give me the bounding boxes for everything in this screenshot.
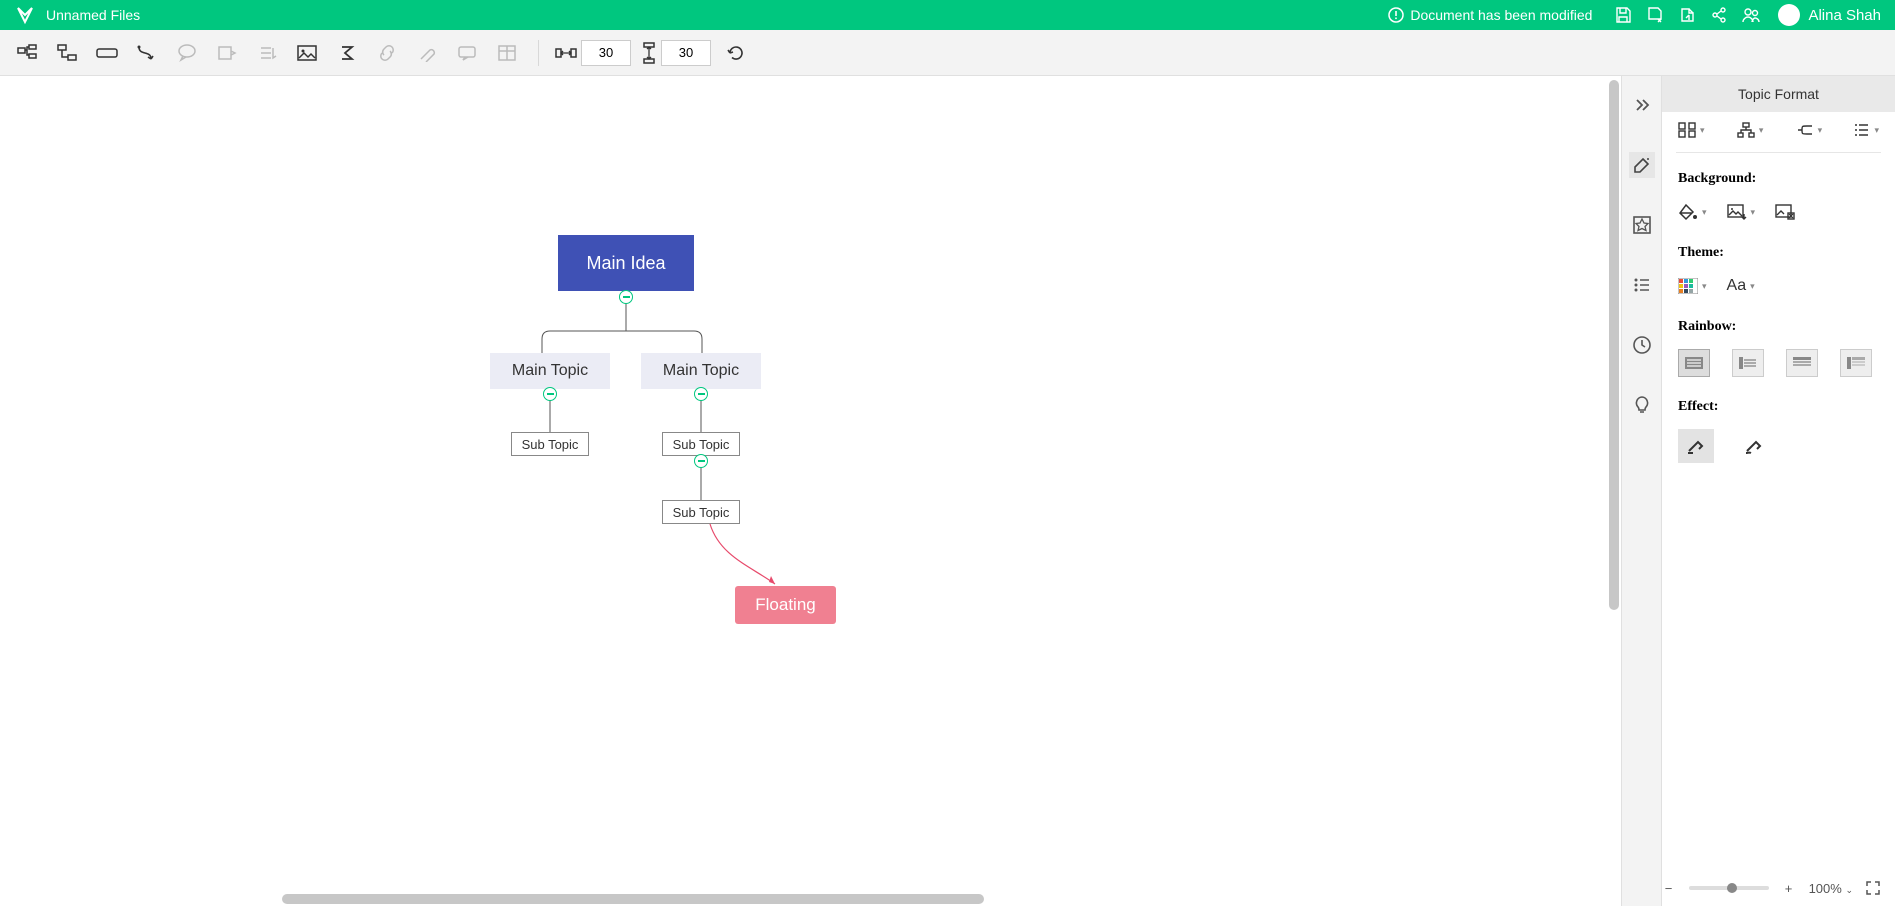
insert-topic-button[interactable] (12, 38, 42, 68)
main-idea-node[interactable]: Main Idea (558, 235, 694, 291)
insert-callout-button[interactable] (172, 38, 202, 68)
expand-panel-button[interactable] (1629, 92, 1655, 118)
insert-image-button[interactable] (292, 38, 322, 68)
fullscreen-button[interactable] (1863, 878, 1883, 898)
user-avatar[interactable] (1778, 4, 1800, 26)
insert-relationship-button[interactable] (132, 38, 162, 68)
canvas-area[interactable]: Main Idea Main Topic Main Topic Sub Topi… (0, 76, 1621, 906)
app-header: Unnamed Files Document has been modified… (0, 0, 1895, 30)
save-button[interactable] (1610, 2, 1636, 28)
main-topic-node[interactable]: Main Topic (490, 353, 610, 389)
collaborate-button[interactable] (1738, 2, 1764, 28)
h-spacing-input[interactable] (581, 40, 631, 66)
history-tab[interactable] (1629, 332, 1655, 358)
toolbar (0, 30, 1895, 76)
numbering-dropdown[interactable]: ▾ (1854, 122, 1879, 138)
connector-dropdown[interactable]: ▾ (1796, 123, 1823, 137)
bg-image-dropdown[interactable]: ▾ (1727, 204, 1756, 220)
effect-label: Effect: (1662, 385, 1895, 421)
insert-subtopic-button[interactable] (52, 38, 82, 68)
insert-boundary-button[interactable] (212, 38, 242, 68)
insert-hyperlink-button[interactable] (372, 38, 402, 68)
horizontal-scrollbar[interactable] (0, 892, 1621, 906)
insert-table-button[interactable] (492, 38, 522, 68)
status-text: Document has been modified (1410, 7, 1592, 23)
save-as-button[interactable] (1642, 2, 1668, 28)
insert-summary-button[interactable] (252, 38, 282, 68)
effect-sketch-button[interactable] (1678, 429, 1714, 463)
sub-topic-node[interactable]: Sub Topic (662, 500, 740, 524)
refresh-button[interactable] (721, 38, 751, 68)
floating-topic-node[interactable]: Floating (735, 586, 836, 624)
h-spacing-icon (555, 45, 577, 61)
format-panel: Topic Format ▾ ▾ ▾ ▾ Background: ▾ ▾ The… (1661, 76, 1895, 906)
layout-dropdown[interactable]: ▾ (1678, 122, 1705, 138)
zoom-value[interactable]: 100% ⌄ (1809, 881, 1853, 896)
insert-formula-button[interactable] (332, 38, 362, 68)
main-area: Main Idea Main Topic Main Topic Sub Topi… (0, 76, 1895, 906)
document-status: Document has been modified (1388, 7, 1592, 23)
color-theme-dropdown[interactable]: ▾ (1678, 278, 1707, 294)
alert-icon (1388, 7, 1404, 23)
v-spacing-input[interactable] (661, 40, 711, 66)
collapse-toggle[interactable] (543, 387, 557, 401)
collapse-toggle[interactable] (619, 290, 633, 304)
zoom-bar: − + 100% ⌄ (1659, 876, 1883, 900)
app-logo-icon (14, 4, 36, 26)
vertical-scrollbar[interactable] (1607, 76, 1621, 892)
sub-topic-node[interactable]: Sub Topic (511, 432, 589, 456)
zoom-out-button[interactable]: − (1659, 878, 1679, 898)
insert-floating-button[interactable] (92, 38, 122, 68)
remove-bg-button[interactable] (1775, 204, 1795, 220)
tips-tab[interactable] (1629, 392, 1655, 418)
insert-note-button[interactable] (452, 38, 482, 68)
document-title[interactable]: Unnamed Files (46, 7, 140, 23)
rainbow-option-3[interactable] (1786, 349, 1818, 377)
panel-title: Topic Format (1662, 76, 1895, 112)
rainbow-option-4[interactable] (1840, 349, 1872, 377)
sub-topic-node[interactable]: Sub Topic (662, 432, 740, 456)
font-theme-dropdown[interactable]: Aa▾ (1727, 277, 1755, 295)
theme-label: Theme: (1662, 231, 1895, 267)
collapse-toggle[interactable] (694, 387, 708, 401)
fill-color-dropdown[interactable]: ▾ (1678, 203, 1707, 221)
share-button[interactable] (1706, 2, 1732, 28)
collapse-toggle[interactable] (694, 454, 708, 468)
rainbow-option-1[interactable] (1678, 349, 1710, 377)
outline-tab[interactable] (1629, 272, 1655, 298)
rainbow-option-2[interactable] (1732, 349, 1764, 377)
main-topic-node[interactable]: Main Topic (641, 353, 761, 389)
side-tab-strip (1621, 76, 1661, 906)
theme-tab[interactable] (1629, 212, 1655, 238)
user-name[interactable]: Alina Shah (1808, 7, 1881, 24)
format-tab[interactable] (1629, 152, 1655, 178)
export-button[interactable] (1674, 2, 1700, 28)
insert-attachment-button[interactable] (412, 38, 442, 68)
zoom-in-button[interactable]: + (1779, 878, 1799, 898)
v-spacing-icon (641, 42, 657, 64)
effect-handdrawn-button[interactable] (1736, 429, 1772, 463)
background-label: Background: (1662, 157, 1895, 193)
rainbow-label: Rainbow: (1662, 305, 1895, 341)
structure-dropdown[interactable]: ▾ (1737, 122, 1764, 138)
zoom-slider[interactable] (1689, 886, 1769, 890)
